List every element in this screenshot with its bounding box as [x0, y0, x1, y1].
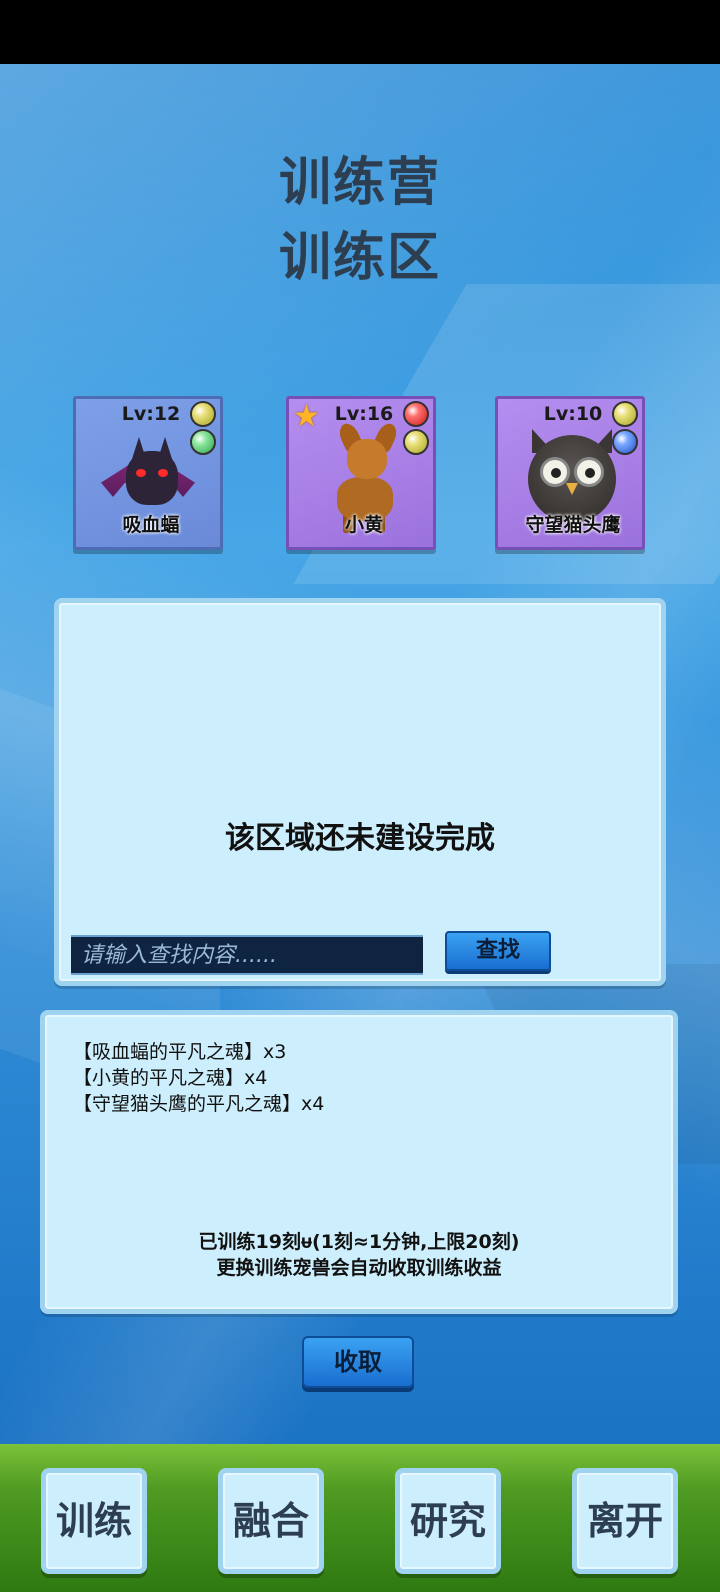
- pet-card-watch-owl[interactable]: Lv:10 守望猫头鹰: [495, 396, 645, 550]
- trained-info: 已训练19刻ᵾ(1刻≈1分钟,上限20刻): [198, 1231, 520, 1253]
- red-gem-icon: [403, 401, 429, 427]
- yellow-gem-icon: [190, 401, 216, 427]
- list-item: 【守望猫头鹰的平凡之魂】x4: [73, 1093, 325, 1115]
- collect-button[interactable]: 收取: [302, 1336, 414, 1388]
- research-button[interactable]: 研究: [395, 1468, 501, 1574]
- list-item: 【小黄的平凡之魂】x4: [73, 1067, 268, 1089]
- pet-card-xiaohuang[interactable]: ★ Lv:16 小黄: [286, 396, 436, 550]
- pet-name: 守望猫头鹰: [525, 514, 621, 536]
- auto-collect-note: 更换训练宠兽会自动收取训练收益: [216, 1257, 502, 1279]
- page-subtitle: 训练区: [278, 228, 441, 288]
- rewards-panel: 【吸血蝠的平凡之魂】x3 【小黄的平凡之魂】x4 【守望猫头鹰的平凡之魂】x4 …: [40, 1010, 678, 1314]
- green-gem-icon: [190, 429, 216, 455]
- search-input[interactable]: [71, 935, 423, 975]
- training-area-panel: 该区域还未建设完成 查找: [54, 598, 666, 986]
- area-status-text: 该区域还未建设完成: [225, 821, 495, 856]
- pet-card-vampire-bat[interactable]: Lv:12 吸血蝠: [73, 396, 223, 550]
- list-item: 【吸血蝠的平凡之魂】x3: [73, 1041, 287, 1063]
- search-button[interactable]: 查找: [445, 931, 551, 971]
- reward-list: 【吸血蝠的平凡之魂】x3 【小黄的平凡之魂】x4 【守望猫头鹰的平凡之魂】x4: [73, 1039, 324, 1117]
- yellow-gem-icon: [612, 401, 638, 427]
- status-bar: [0, 0, 720, 64]
- blue-gem-icon: [612, 429, 638, 455]
- pet-name: 小黄: [344, 514, 383, 536]
- fuse-button[interactable]: 融合: [218, 1468, 324, 1574]
- page-title: 训练营: [278, 153, 441, 213]
- pet-name: 吸血蝠: [122, 514, 180, 536]
- train-button[interactable]: 训练: [41, 1468, 147, 1574]
- yellow-gem-icon: [403, 429, 429, 455]
- leave-button[interactable]: 离开: [572, 1468, 678, 1574]
